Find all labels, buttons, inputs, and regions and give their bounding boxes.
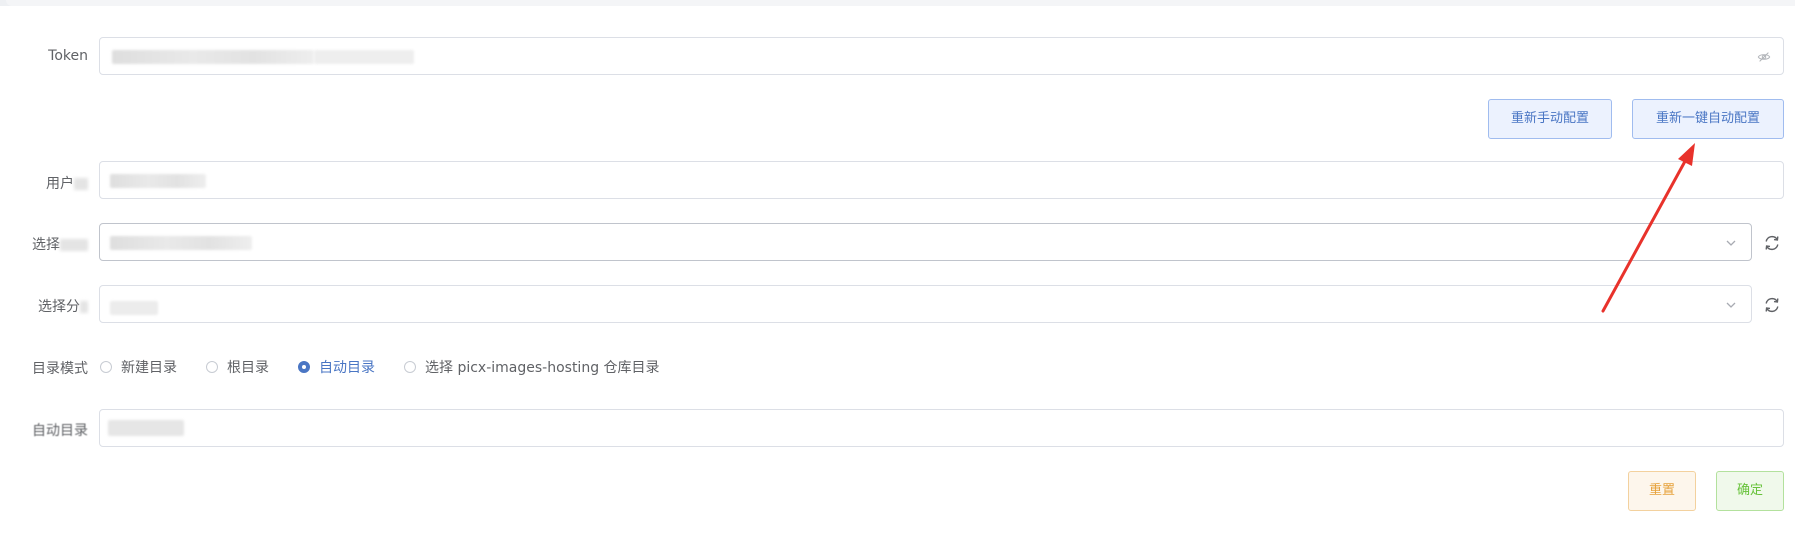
auto-dir-label: 自动目录 [32, 423, 88, 439]
chevron-down-icon [1726, 302, 1736, 308]
branch-value-redacted [110, 301, 158, 315]
auto-config-button[interactable]: 重新一键自动配置 [1632, 99, 1784, 139]
auto-dir-value-redacted [108, 420, 184, 436]
token-label: Token [48, 48, 88, 64]
radio-root-dir[interactable]: 根目录 [206, 357, 269, 377]
radio-auto-dir[interactable]: 自动目录 [298, 357, 375, 377]
refresh-icon[interactable] [1763, 234, 1781, 252]
refresh-icon[interactable] [1763, 296, 1781, 314]
auto-dir-input[interactable] [99, 409, 1784, 447]
confirm-button[interactable]: 确定 [1716, 471, 1784, 511]
annotation-arrow [1601, 143, 1695, 313]
reset-button[interactable]: 重置 [1628, 471, 1696, 511]
radio-select-repo-dir[interactable]: 选择 picx-images-hosting 仓库目录 [404, 357, 660, 377]
user-value-redacted [110, 174, 206, 188]
dir-mode-label: 目录模式 [32, 361, 88, 377]
radio-circle [206, 361, 218, 373]
user-label: 用户 [46, 173, 88, 193]
radio-label: 根目录 [227, 360, 269, 376]
radio-new-dir[interactable]: 新建目录 [100, 357, 177, 377]
eye-off-icon[interactable] [1757, 50, 1771, 64]
radio-circle [100, 361, 112, 373]
radio-circle [404, 361, 416, 373]
manual-config-button[interactable]: 重新手动配置 [1488, 99, 1612, 139]
token-value-redacted [112, 50, 314, 64]
token-input[interactable] [99, 37, 1784, 75]
user-input[interactable] [99, 161, 1784, 199]
radio-label: 选择 picx-images-hosting 仓库目录 [425, 360, 660, 376]
dir-mode-radio-group: 新建目录 根目录 自动目录 选择 picx-images-hosting 仓库目… [100, 357, 689, 377]
chevron-down-icon [1726, 240, 1736, 246]
repo-select-label: 选择 [32, 234, 88, 254]
repo-select[interactable] [99, 223, 1752, 261]
top-card-edge [6, 0, 1795, 6]
branch-select[interactable] [99, 285, 1752, 323]
token-value-redacted-tail [314, 50, 414, 64]
repo-value-redacted [110, 236, 252, 250]
branch-select-label: 选择分 [38, 296, 88, 316]
radio-label: 自动目录 [319, 360, 375, 376]
radio-label: 新建目录 [121, 360, 177, 376]
radio-circle [298, 361, 310, 373]
